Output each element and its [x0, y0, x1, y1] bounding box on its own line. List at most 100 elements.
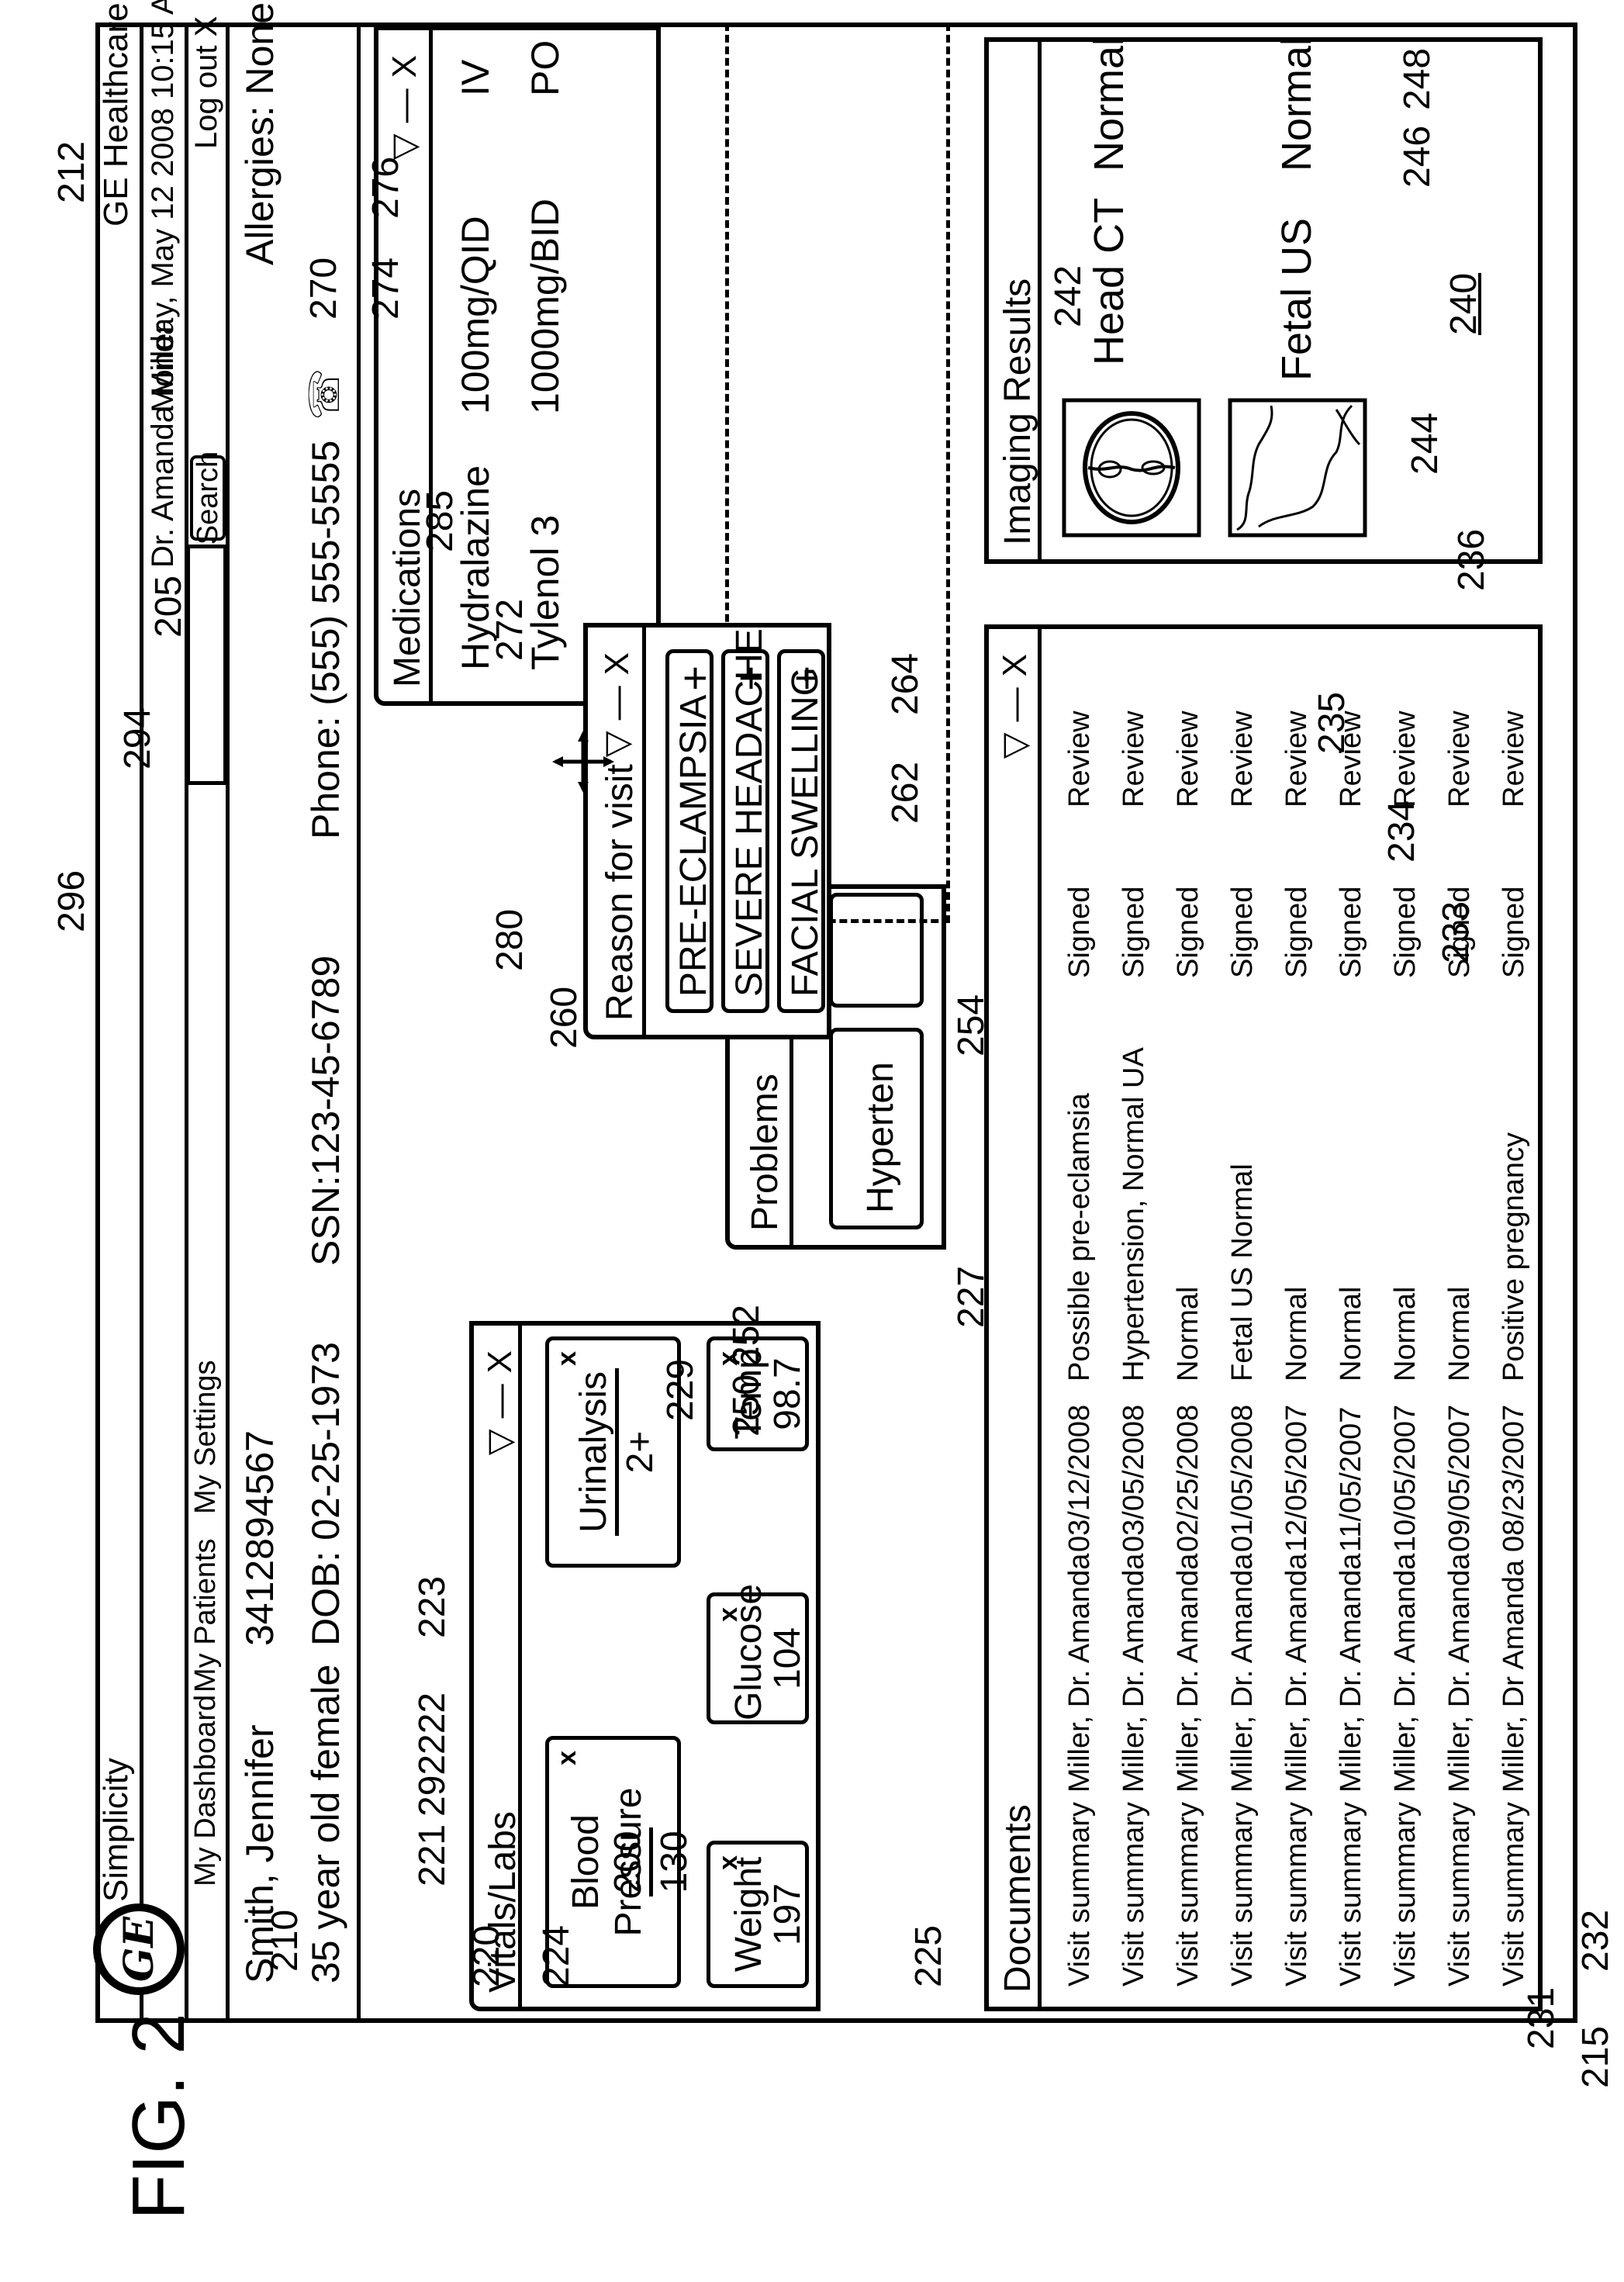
vital-tile-weight[interactable]: x Weight 197	[707, 1841, 809, 1988]
close-icon[interactable]: X	[481, 1340, 519, 1373]
problem-item-label: Hyperten	[860, 1062, 901, 1213]
callout-234: 234	[1381, 800, 1422, 863]
callout-252: 252	[726, 1304, 767, 1367]
reason-item[interactable]: PRE-ECLAMPSIA +	[665, 649, 719, 1013]
callout-242: 242	[1048, 265, 1089, 327]
doc-date: 02/25/2008	[1172, 1404, 1204, 1552]
collapse-icon[interactable]: ▽	[996, 721, 1034, 759]
tile-value: Urinalysis 2+	[572, 1340, 662, 1564]
medications-panel-header[interactable]: Medications ▽—X	[378, 30, 433, 701]
doc-author: Miller, Dr. Amanda	[1226, 1553, 1259, 1793]
logout-button[interactable]: Log out X	[189, 16, 223, 149]
tile-value: 197	[767, 1883, 808, 1946]
minimize-icon[interactable]: —	[481, 1373, 519, 1418]
doc-status: Signed	[1335, 886, 1367, 978]
callout-210: 210	[264, 1909, 306, 1972]
doc-summary: Normal	[1443, 1286, 1476, 1381]
header-divider-3	[226, 22, 230, 2023]
doc-author: Miller, Dr. Amanda	[1335, 1553, 1367, 1793]
imaging-study: Head CT	[1086, 197, 1132, 365]
close-icon[interactable]: X	[996, 643, 1034, 676]
doc-review-link[interactable]: Review	[1118, 711, 1151, 807]
add-icon[interactable]: +	[725, 666, 776, 691]
head-ct-thumbnail[interactable]	[1062, 398, 1201, 538]
callout-225: 225	[908, 1924, 949, 1987]
close-icon[interactable]: X	[385, 44, 423, 78]
patient-demographics: 35 year old female	[304, 1664, 347, 1983]
callout-264: 264	[885, 652, 926, 715]
callout-280: 280	[489, 908, 530, 971]
doc-date: 08/23/2007	[1498, 1404, 1530, 1552]
minimize-icon[interactable]: —	[996, 676, 1034, 721]
callout-292: 292	[412, 1754, 453, 1817]
minimize-icon[interactable]: —	[385, 78, 423, 123]
doc-review-link[interactable]: Review	[1389, 711, 1422, 807]
reason-item[interactable]: FACIAL SWELLING +	[777, 649, 831, 1013]
doc-summary: Normal	[1172, 1286, 1204, 1381]
callout-205: 205	[148, 575, 189, 638]
doc-review-link[interactable]: Review	[1172, 711, 1205, 807]
doc-summary: Fetal US Normal	[1226, 1163, 1259, 1381]
medication-route: PO	[523, 40, 567, 96]
callout-254: 254	[951, 994, 992, 1056]
nav-my-patients[interactable]: My Patients	[189, 1538, 222, 1692]
doc-review-link[interactable]: Review	[1498, 711, 1531, 807]
add-icon[interactable]: +	[669, 666, 720, 691]
reason-for-visit-panel[interactable]: Reason for visit ▽—X PRE-ECLAMPSIA + SEV…	[583, 623, 831, 1039]
vital-tile-glucose[interactable]: x Glucose 104	[707, 1584, 809, 1724]
patient-allergies: Allergies: None	[238, 2, 282, 265]
ge-monogram-icon: GE	[93, 1903, 185, 1995]
fetal-us-thumbnail[interactable]	[1228, 398, 1367, 538]
doc-author: Miller, Dr. Amanda	[1063, 1553, 1096, 1793]
callout-262: 262	[885, 761, 926, 824]
callout-221: 221	[412, 1824, 453, 1886]
doc-date: 03/05/2008	[1118, 1404, 1150, 1552]
documents-panel: Documents ▽—X Visit summary Miller, Dr. A…	[984, 624, 1543, 2011]
problem-item[interactable]: Hyperten	[829, 1028, 924, 1229]
doc-summary: Normal	[1280, 1286, 1313, 1381]
callout-260: 260	[544, 986, 585, 1049]
reason-panel-header[interactable]: Reason for visit ▽—X	[588, 628, 646, 1035]
documents-panel-header[interactable]: Documents ▽—X	[989, 629, 1042, 2007]
collapse-icon[interactable]: ▽	[481, 1418, 519, 1455]
doc-date: 12/05/2007	[1280, 1404, 1313, 1552]
doc-review-link[interactable]: Review	[1443, 711, 1477, 807]
add-icon[interactable]: +	[781, 666, 831, 691]
collapse-icon[interactable]: ▽	[385, 123, 423, 160]
callout-212: 212	[51, 140, 92, 203]
search-input[interactable]	[186, 545, 227, 785]
reason-item-label: FACIAL SWELLING	[785, 666, 826, 997]
patient-banner-divider	[357, 22, 361, 2023]
search-button[interactable]: Search	[190, 451, 226, 545]
imaging-result: Normal	[1086, 36, 1132, 171]
bp-fraction: 200 130	[606, 1827, 696, 1896]
doc-author: Miller, Dr. Amanda	[1389, 1553, 1422, 1793]
vitals-panel-header[interactable]: Vitals/Labs ▽—X	[474, 1326, 523, 2007]
close-icon[interactable]: X	[598, 641, 636, 675]
header-divider-1	[140, 22, 143, 2023]
callout-231: 231	[1521, 1986, 1562, 2049]
patient-dob: DOB: 02-25-1973	[304, 1342, 347, 1646]
tile-label: Weight	[728, 1856, 769, 1973]
documents-panel-title: Documents	[997, 1804, 1038, 1993]
doc-author: Miller, Dr. Amanda	[1172, 1553, 1204, 1793]
nav-my-settings[interactable]: My Settings	[189, 1360, 222, 1514]
reason-item[interactable]: SEVERE HEADACHE +	[721, 628, 775, 1013]
doc-status: Signed	[1498, 886, 1530, 978]
callout-232: 232	[1575, 1909, 1616, 1972]
doc-date: 10/05/2007	[1389, 1404, 1422, 1552]
patient-phone: Phone: (555) 555-5555	[304, 440, 347, 839]
doc-review-link[interactable]: Review	[1063, 711, 1097, 807]
medication-dose: 1000mg/BID	[523, 199, 567, 414]
header-divider-2	[185, 22, 188, 2023]
callout-223: 223	[412, 1575, 453, 1638]
doc-review-link[interactable]: Review	[1280, 711, 1314, 807]
imaging-panel-header[interactable]: Imaging Results	[989, 42, 1042, 559]
nav-my-dashboard[interactable]: My Dashboard	[189, 1695, 222, 1886]
urinalysis-value: 2+	[620, 1430, 661, 1474]
doc-review-link[interactable]: Review	[1226, 711, 1259, 807]
doc-summary: Positive pregnancy	[1498, 1132, 1530, 1381]
figure-label: FIG. 2	[117, 2013, 200, 2220]
tile-value: 104	[767, 1627, 808, 1690]
minimize-icon[interactable]: —	[598, 675, 636, 720]
